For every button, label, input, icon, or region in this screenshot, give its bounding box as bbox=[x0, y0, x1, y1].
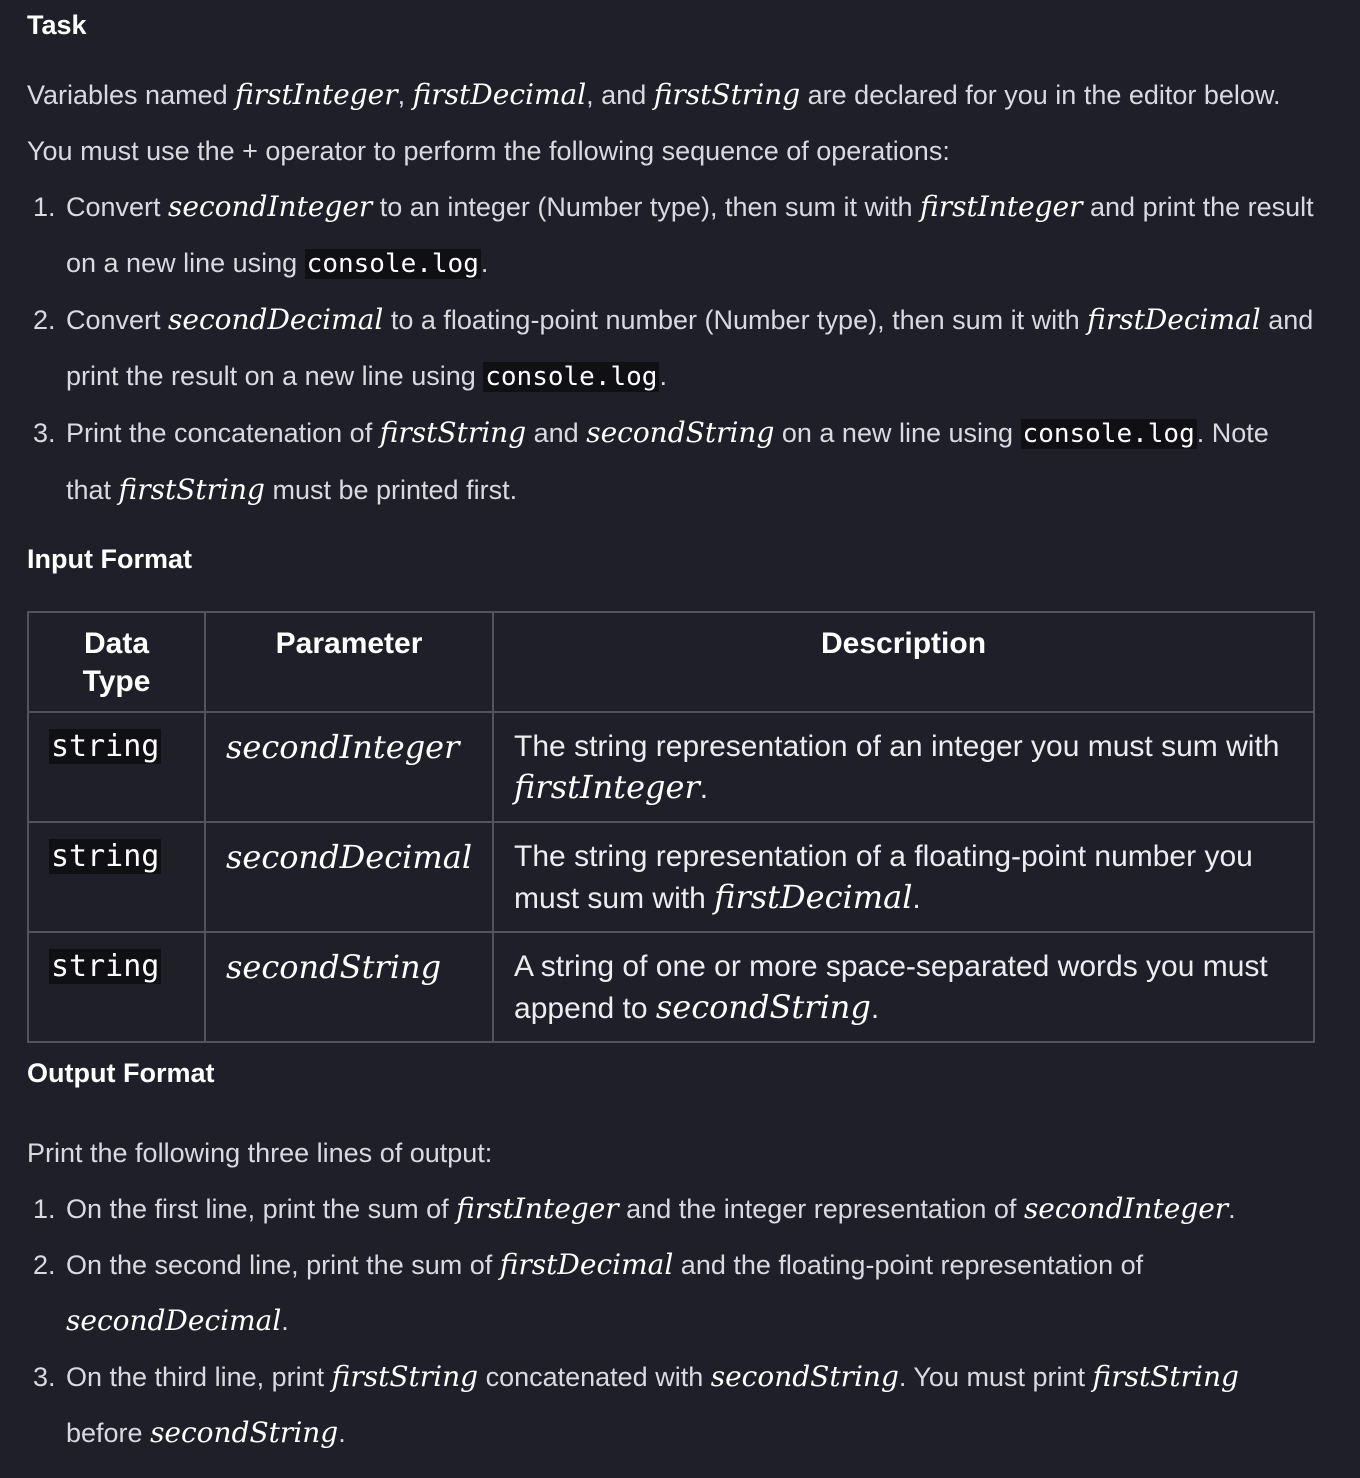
task-heading: Task bbox=[27, 10, 87, 40]
task-intro-text: , bbox=[397, 80, 413, 110]
var-second-string: secondString bbox=[710, 1360, 899, 1393]
type-code: string bbox=[49, 839, 162, 874]
desc-text: . bbox=[870, 992, 880, 1025]
cell-parameter: secondInteger bbox=[203, 711, 495, 823]
desc-var: firstDecimal bbox=[714, 878, 913, 916]
problem-statement: Task Variables named firstInteger, first… bbox=[0, 0, 1360, 1478]
var-first-integer: firstInteger bbox=[456, 1192, 619, 1225]
cell-description: The string representation of an integer … bbox=[492, 711, 1315, 823]
input-format-heading: Input Format bbox=[27, 544, 192, 574]
task-intro-text: , and bbox=[586, 80, 654, 110]
task-step: 3. Print the concatenation of firstStrin… bbox=[27, 405, 1320, 518]
cell-data-type: string bbox=[27, 711, 206, 823]
output-line: 1. On the first line, print the sum of f… bbox=[27, 1181, 1320, 1237]
var-second-string: secondString bbox=[150, 1416, 339, 1449]
output-line: 2. On the second line, print the sum of … bbox=[27, 1237, 1320, 1349]
table-row: string secondString A string of one or m… bbox=[27, 931, 1315, 1043]
step-number: 3. bbox=[33, 418, 56, 448]
task-steps: 1. Convert secondInteger to an integer (… bbox=[27, 179, 1320, 518]
step-text: must be printed first. bbox=[264, 475, 518, 505]
var-first-integer: firstInteger bbox=[920, 190, 1083, 223]
var-first-integer: firstInteger bbox=[235, 78, 398, 111]
step-text: Convert bbox=[66, 305, 169, 335]
task-intro: Variables named firstInteger, firstDecim… bbox=[27, 67, 1320, 179]
line-text: . bbox=[338, 1418, 346, 1448]
var-second-integer: secondInteger bbox=[168, 190, 373, 223]
cell-parameter: secondString bbox=[203, 931, 495, 1043]
task-step: 1. Convert secondInteger to an integer (… bbox=[27, 179, 1320, 292]
desc-text: A string of one or more space-separated … bbox=[514, 950, 1268, 1025]
input-format-table: Data Type Parameter Description string s… bbox=[27, 611, 1315, 1043]
line-text: . bbox=[281, 1306, 289, 1336]
line-text: . bbox=[1228, 1194, 1236, 1224]
output-format-heading: Output Format bbox=[27, 1058, 215, 1088]
var-first-string: firstString bbox=[379, 416, 527, 449]
line-number: 1. bbox=[33, 1194, 56, 1224]
line-number: 2. bbox=[33, 1250, 56, 1280]
line-text: and the integer representation of bbox=[618, 1194, 1024, 1224]
line-number: 3. bbox=[33, 1362, 56, 1392]
param-name: secondDecimal bbox=[226, 838, 473, 876]
cell-parameter: secondDecimal bbox=[203, 821, 495, 933]
param-name: secondString bbox=[226, 948, 442, 986]
inline-code: console.log bbox=[1020, 419, 1197, 449]
step-text: . bbox=[659, 361, 667, 391]
line-text: concatenated with bbox=[478, 1362, 711, 1392]
line-text: . You must print bbox=[898, 1362, 1093, 1392]
line-text: and the floating-point representation of bbox=[673, 1250, 1144, 1280]
var-first-string: firstString bbox=[653, 78, 801, 111]
header-description: Description bbox=[492, 611, 1315, 713]
desc-text: The string representation of an integer … bbox=[514, 730, 1280, 763]
var-second-integer: secondInteger bbox=[1023, 1192, 1229, 1225]
step-text: to an integer (Number type), then sum it… bbox=[372, 192, 921, 222]
desc-text: . bbox=[912, 882, 921, 915]
step-text: and bbox=[526, 418, 587, 448]
desc-var: firstInteger bbox=[514, 768, 700, 806]
step-text: Convert bbox=[66, 192, 169, 222]
table-header-row: Data Type Parameter Description bbox=[27, 611, 1315, 713]
inline-code: console.log bbox=[483, 362, 660, 392]
table-row: string secondInteger The string represen… bbox=[27, 711, 1315, 823]
header-parameter: Parameter bbox=[203, 611, 495, 713]
type-code: string bbox=[49, 729, 162, 764]
output-intro: Print the following three lines of outpu… bbox=[27, 1138, 493, 1168]
step-text: Print the concatenation of bbox=[66, 418, 380, 448]
var-second-decimal: secondDecimal bbox=[66, 1304, 282, 1337]
var-first-decimal: firstDecimal bbox=[1087, 303, 1261, 336]
line-text: before bbox=[66, 1418, 151, 1448]
cell-description: A string of one or more space-separated … bbox=[492, 931, 1315, 1043]
line-text: On the second line, print the sum of bbox=[66, 1250, 500, 1280]
line-text: On the third line, print bbox=[66, 1362, 332, 1392]
var-first-string: firstString bbox=[331, 1360, 479, 1393]
var-first-decimal: firstDecimal bbox=[499, 1248, 674, 1281]
task-intro-text: Variables named bbox=[27, 80, 236, 110]
var-second-string: secondString bbox=[586, 416, 775, 449]
cell-description: The string representation of a floating-… bbox=[492, 821, 1315, 933]
table-row: string secondDecimal The string represen… bbox=[27, 821, 1315, 933]
cell-data-type: string bbox=[27, 821, 206, 933]
var-first-decimal: firstDecimal bbox=[412, 78, 587, 111]
step-number: 1. bbox=[33, 192, 56, 222]
step-text: . bbox=[480, 248, 489, 278]
var-first-string: firstString bbox=[1092, 1360, 1239, 1393]
inline-code: console.log bbox=[304, 249, 481, 279]
type-code: string bbox=[49, 949, 162, 984]
task-step: 2. Convert secondDecimal to a floating-p… bbox=[27, 292, 1320, 405]
desc-var: secondString bbox=[655, 988, 871, 1026]
param-name: secondInteger bbox=[226, 728, 460, 766]
header-data-type: Data Type bbox=[27, 611, 206, 713]
desc-text: . bbox=[699, 772, 709, 805]
cell-data-type: string bbox=[27, 931, 206, 1043]
line-text: On the first line, print the sum of bbox=[66, 1194, 457, 1224]
step-number: 2. bbox=[33, 305, 56, 335]
step-text: on a new line using bbox=[774, 418, 1021, 448]
output-line: 3. On the third line, print firstString … bbox=[27, 1349, 1320, 1461]
var-second-decimal: secondDecimal bbox=[168, 303, 384, 336]
output-lines: 1. On the first line, print the sum of f… bbox=[27, 1181, 1320, 1461]
var-first-string: firstString bbox=[118, 473, 265, 506]
step-text: to a floating-point number (Number type)… bbox=[383, 305, 1088, 335]
